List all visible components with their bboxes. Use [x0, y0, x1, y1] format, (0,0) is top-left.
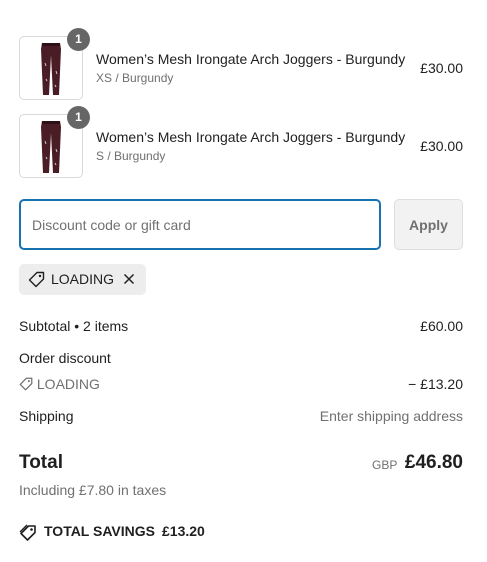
savings-label: TOTAL SAVINGS	[44, 523, 155, 539]
line-item: 1 Women’s Mesh Irongate Arch Joggers - B…	[19, 28, 463, 100]
tax-note: Including £7.80 in taxes	[19, 482, 167, 498]
total-value: £46.80	[404, 452, 463, 473]
subtotal-value: £60.00	[420, 318, 463, 334]
tag-icon	[19, 377, 33, 391]
shipping-label: Shipping	[19, 408, 74, 424]
apply-discount-button[interactable]: Apply	[394, 199, 463, 250]
applied-discount-chip: LOADING	[19, 264, 146, 295]
currency-code: GBP	[372, 458, 398, 472]
joggers-image-icon	[41, 121, 61, 173]
tag-icon	[28, 271, 45, 288]
order-discount-label: Order discount	[19, 350, 111, 366]
product-variant: S / Burgundy	[96, 149, 166, 163]
shipping-value: Enter shipping address	[319, 408, 463, 424]
remove-discount-icon[interactable]	[123, 273, 135, 285]
applied-discount-code: LOADING	[51, 271, 115, 287]
discount-amount: − £13.20	[408, 376, 463, 392]
product-title: Women’s Mesh Irongate Arch Joggers - Bur…	[96, 51, 406, 67]
quantity-badge: 1	[67, 28, 90, 51]
total-label: Total	[19, 452, 63, 473]
savings-value: £13.20	[162, 523, 205, 539]
product-variant: XS / Burgundy	[96, 71, 174, 85]
subtotal-label: Subtotal • 2 items	[19, 318, 129, 334]
line-item: 1 Women’s Mesh Irongate Arch Joggers - B…	[19, 106, 463, 178]
savings-tag-icon	[19, 524, 36, 541]
discount-code-text: LOADING	[36, 376, 100, 392]
quantity-badge: 1	[67, 106, 90, 129]
product-price: £30.00	[420, 138, 463, 154]
product-price: £30.00	[420, 60, 463, 76]
discount-code-summary: LOADING	[19, 376, 100, 392]
joggers-image-icon	[41, 43, 61, 95]
product-title: Women’s Mesh Irongate Arch Joggers - Bur…	[96, 129, 406, 145]
discount-code-input[interactable]	[19, 199, 381, 250]
